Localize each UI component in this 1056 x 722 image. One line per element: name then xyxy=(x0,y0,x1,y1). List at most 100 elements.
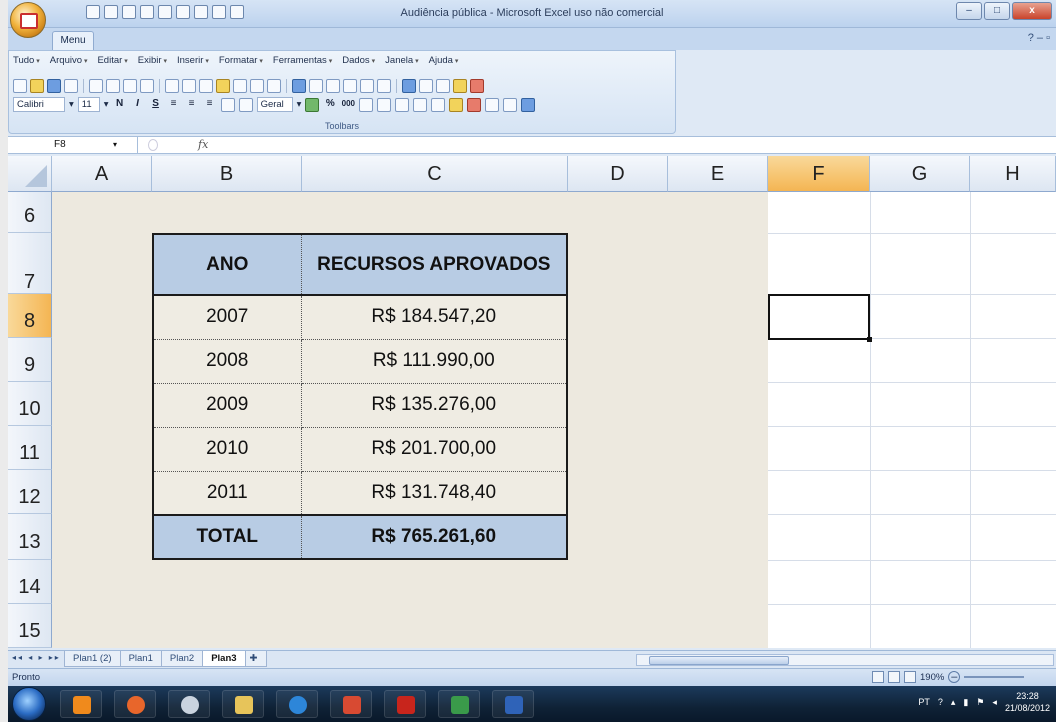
new-icon[interactable] xyxy=(13,79,27,93)
menu-janela[interactable]: Janela xyxy=(385,55,418,66)
taskbar-app-ie[interactable] xyxy=(276,690,318,718)
row-header-14[interactable]: 14 xyxy=(8,560,52,604)
year-cell[interactable]: 2008 xyxy=(153,339,302,384)
align-left-icon[interactable]: ≡ xyxy=(167,97,181,112)
row-header-11[interactable]: 11 xyxy=(8,426,52,470)
function-icon[interactable] xyxy=(326,79,340,93)
zoom-out-icon[interactable]: – xyxy=(948,671,961,683)
select-all-corner[interactable] xyxy=(8,156,52,192)
fill-color-icon[interactable] xyxy=(449,97,464,112)
menu-tudo[interactable]: Tudo xyxy=(13,55,40,66)
year-cell[interactable]: 2011 xyxy=(153,471,302,516)
page-layout-icon[interactable] xyxy=(888,671,900,683)
scrollbar-thumb[interactable] xyxy=(649,656,789,665)
menu-dados[interactable]: Dados xyxy=(342,55,375,66)
menu-ferramentas[interactable]: Ferramentas xyxy=(273,55,332,66)
help-icon[interactable]: ? xyxy=(938,697,943,707)
menu-inserir[interactable]: Inserir xyxy=(177,55,209,66)
underline-button[interactable]: S xyxy=(149,97,163,112)
row-header-6[interactable]: 6 xyxy=(8,192,52,233)
total-amount-cell[interactable]: R$ 765.261,60 xyxy=(301,514,567,559)
taskbar-app-acrobat[interactable] xyxy=(384,690,426,718)
chevron-down-icon[interactable]: ▾ xyxy=(104,99,109,110)
column-header-h[interactable]: H xyxy=(970,156,1056,192)
help-icon[interactable] xyxy=(521,97,536,112)
horizontal-scrollbar[interactable] xyxy=(636,654,1054,666)
paste-special-icon[interactable] xyxy=(485,97,500,112)
save-icon[interactable] xyxy=(47,79,61,93)
close-button[interactable]: x xyxy=(1012,2,1052,20)
font-name-select[interactable]: Calibri xyxy=(13,97,65,112)
currency-icon[interactable] xyxy=(305,97,320,112)
zoom-level[interactable]: 190% xyxy=(920,672,944,683)
insert-sheet-icon[interactable]: ✚ xyxy=(244,651,267,667)
taskbar-app-foxit[interactable] xyxy=(330,690,372,718)
header-cell-recursos[interactable]: RECURSOS APROVADOS xyxy=(301,234,567,296)
spelling-icon[interactable] xyxy=(165,79,179,93)
grid-icon[interactable] xyxy=(436,79,450,93)
bold-button[interactable]: N xyxy=(113,97,127,112)
year-cell[interactable]: 2010 xyxy=(153,427,302,472)
active-cell-f8[interactable] xyxy=(768,294,872,342)
clock[interactable]: 23:28 21/08/2012 xyxy=(1005,690,1050,714)
year-cell[interactable]: 2009 xyxy=(153,383,302,428)
format-painter-icon[interactable] xyxy=(233,79,247,93)
copy-icon[interactable] xyxy=(199,79,213,93)
sheet-tab-plan2[interactable]: Plan2 xyxy=(160,651,204,667)
sheet-tab-plan1-2[interactable]: Plan1 (2) xyxy=(64,651,121,667)
print-icon[interactable] xyxy=(106,79,120,93)
number-format-select[interactable]: Geral xyxy=(256,97,293,112)
font-size-select[interactable]: 11 xyxy=(77,97,100,112)
help-icon[interactable]: ? – ▫ xyxy=(1028,32,1050,44)
volume-icon[interactable]: ◂ xyxy=(992,697,997,708)
total-label-cell[interactable]: TOTAL xyxy=(153,514,302,559)
chevron-down-icon[interactable]: ▾ xyxy=(69,99,74,110)
undo-icon[interactable] xyxy=(250,79,264,93)
email-icon[interactable] xyxy=(89,79,103,93)
folder-icon[interactable] xyxy=(453,79,467,93)
row-header-12[interactable]: 12 xyxy=(8,470,52,514)
office-button[interactable] xyxy=(10,2,46,38)
tab-menu[interactable]: Menu xyxy=(52,31,94,50)
menu-ajuda[interactable]: Ajuda xyxy=(429,55,459,66)
taskbar-app-firefox[interactable] xyxy=(114,690,156,718)
network-icon[interactable]: ▴ xyxy=(951,697,956,708)
signal-icon[interactable]: ▮ xyxy=(963,697,968,708)
sheet-nav-arrows-icon[interactable]: ◂◂ ◂ ▸ ▸▸ xyxy=(12,653,61,662)
sheet-tab-plan3[interactable]: Plan3 xyxy=(202,651,246,667)
column-header-f[interactable]: F xyxy=(768,156,870,192)
fill-handle[interactable] xyxy=(867,337,872,342)
merge-center-icon[interactable] xyxy=(220,97,235,112)
cut-icon[interactable] xyxy=(182,79,196,93)
drawing-icon[interactable] xyxy=(419,79,433,93)
amount-cell[interactable]: R$ 184.547,20 xyxy=(301,295,567,340)
sort-descending-icon[interactable] xyxy=(360,79,374,93)
chevron-down-icon[interactable]: ▾ xyxy=(297,99,302,110)
amount-cell[interactable]: R$ 201.700,00 xyxy=(301,427,567,472)
borders-icon[interactable] xyxy=(431,97,446,112)
language-indicator[interactable]: PT xyxy=(918,697,930,707)
taskbar-app-excel[interactable] xyxy=(438,690,480,718)
redo-icon[interactable] xyxy=(267,79,281,93)
start-button[interactable] xyxy=(12,687,46,721)
macro-icon[interactable] xyxy=(470,79,484,93)
column-header-b[interactable]: B xyxy=(152,156,302,192)
increase-decimal-icon[interactable] xyxy=(359,97,374,112)
menu-editar[interactable]: Editar xyxy=(97,55,127,66)
header-cell-ano[interactable]: ANO xyxy=(153,234,302,296)
column-header-e[interactable]: E xyxy=(668,156,768,192)
permission-icon[interactable] xyxy=(64,79,78,93)
amount-cell[interactable]: R$ 131.748,40 xyxy=(301,471,567,516)
taskbar-app-explorer[interactable] xyxy=(222,690,264,718)
row-header-13[interactable]: 13 xyxy=(8,514,52,560)
open-icon[interactable] xyxy=(30,79,44,93)
column-header-g[interactable]: G xyxy=(870,156,970,192)
row-header-7[interactable]: 7 xyxy=(8,233,52,294)
amount-cell[interactable]: R$ 111.990,00 xyxy=(301,339,567,384)
hyperlink-icon[interactable] xyxy=(292,79,306,93)
sort-ascending-icon[interactable] xyxy=(343,79,357,93)
column-header-c[interactable]: C xyxy=(302,156,568,192)
name-box[interactable]: F8 ▾ xyxy=(8,137,138,154)
taskbar-app-outlook[interactable] xyxy=(60,690,102,718)
row-header-8[interactable]: 8 xyxy=(8,294,52,338)
